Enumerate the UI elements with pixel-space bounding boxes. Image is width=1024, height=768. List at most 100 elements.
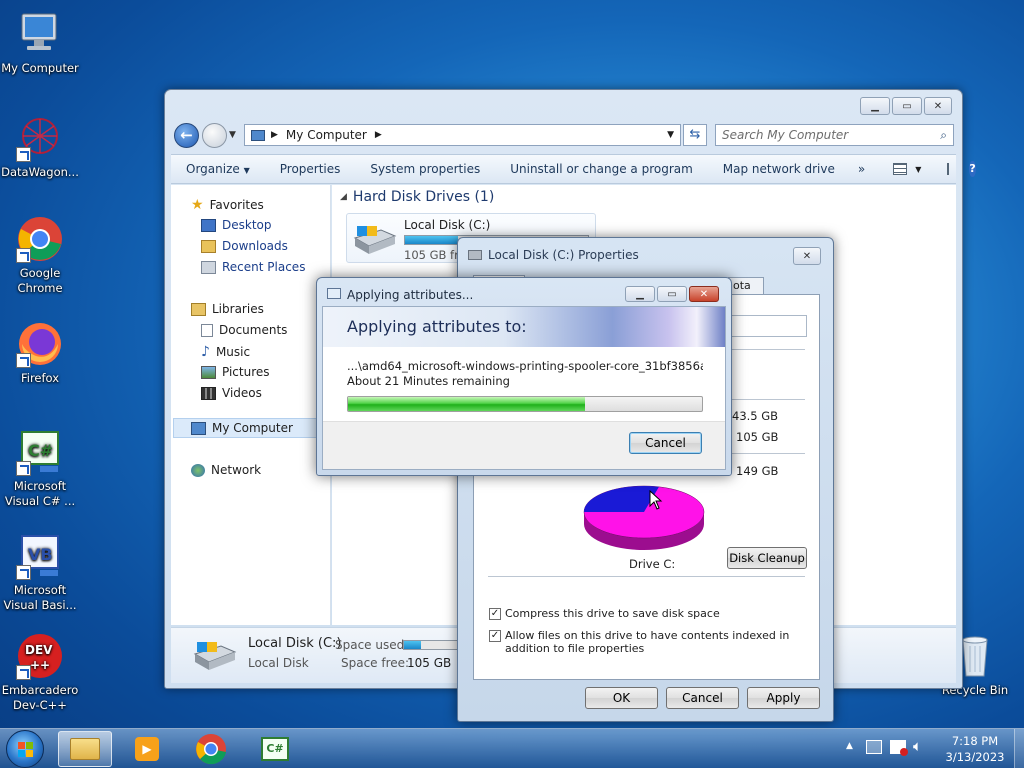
svg-text:VB: VB xyxy=(28,545,53,564)
desktop-icon-my-computer[interactable]: My Computer xyxy=(0,10,80,76)
nav-music[interactable]: ♪ Music xyxy=(201,344,250,360)
videos-icon xyxy=(201,386,216,400)
nav-downloads[interactable]: Downloads xyxy=(201,239,288,253)
nav-documents[interactable]: Documents xyxy=(201,323,287,337)
map-network-drive-button[interactable]: Map network drive xyxy=(708,162,850,176)
breadcrumb-my-computer[interactable]: My Computer xyxy=(286,128,367,142)
usage-pie-chart xyxy=(582,482,712,552)
show-hidden-icons-button[interactable]: ▲ xyxy=(846,741,853,751)
view-icon xyxy=(893,163,908,175)
address-bar[interactable]: ▶ My Computer ▶ ▼ xyxy=(244,124,681,146)
back-button[interactable]: ← xyxy=(174,123,199,148)
downloads-folder-icon xyxy=(201,239,216,253)
compress-checkbox-box[interactable]: ✓ xyxy=(489,608,501,620)
drive-c-label: Drive C: xyxy=(629,557,676,571)
shortcut-arrow-icon xyxy=(16,353,31,368)
desktop-folder-icon xyxy=(201,218,216,232)
computer-small-icon xyxy=(251,129,265,141)
progress-bar xyxy=(347,396,703,412)
action-center-icon[interactable] xyxy=(866,740,882,754)
minimize-button[interactable]: ▁ xyxy=(860,97,890,115)
properties-title: Local Disk (C:) Properties xyxy=(488,248,639,262)
tab-quota[interactable]: ota xyxy=(728,277,764,295)
start-button[interactable] xyxy=(6,730,44,768)
disk-cleanup-button[interactable]: Disk Cleanup xyxy=(727,547,807,569)
current-file-path: ...\amd64_microsoft-windows-printing-spo… xyxy=(347,359,703,373)
close-button[interactable]: ✕ xyxy=(924,97,952,115)
properties-button[interactable]: Properties xyxy=(265,162,356,176)
shortcut-arrow-icon xyxy=(16,248,31,263)
svg-text:C#: C# xyxy=(28,441,53,460)
nav-libraries[interactable]: Libraries xyxy=(191,302,264,316)
computer-small-icon xyxy=(191,421,206,435)
nav-favorites[interactable]: ★ Favorites xyxy=(191,197,264,213)
preview-pane-button[interactable] xyxy=(947,163,950,175)
recent-pages-dropdown[interactable]: ▼ xyxy=(229,130,236,140)
collapse-triangle-icon[interactable]: ◢ xyxy=(340,192,347,202)
nav-recent-places[interactable]: Recent Places xyxy=(201,260,305,274)
drive-label-field[interactable] xyxy=(729,315,807,337)
desktop-icon-visual-basic[interactable]: VB Microsoft Visual Basi... xyxy=(0,532,80,613)
free-space-bytes: 105 GB xyxy=(736,430,779,444)
show-desktop-button[interactable] xyxy=(1014,729,1024,768)
search-icon: ⌕ xyxy=(940,128,947,142)
network-status-icon[interactable] xyxy=(890,740,908,756)
properties-close-button[interactable]: ✕ xyxy=(793,247,821,265)
uninstall-program-button[interactable]: Uninstall or change a program xyxy=(495,162,708,176)
search-input[interactable]: Search My Computer ⌕ xyxy=(715,124,954,146)
hard-drive-icon xyxy=(191,640,237,675)
caption-buttons: ▁ ▭ ✕ xyxy=(860,97,952,115)
ok-button[interactable]: OK xyxy=(585,687,658,709)
used-space-bytes: 43.5 GB xyxy=(732,409,779,423)
datawagon-icon xyxy=(16,114,64,162)
desktop-icon-devcpp[interactable]: DEV ++ Embarcadero Dev-C++ xyxy=(0,632,80,713)
refresh-button[interactable]: ⇆ xyxy=(683,124,707,146)
breadcrumb-chevron-icon: ▶ xyxy=(374,130,382,140)
drive-usage-fill xyxy=(405,236,459,244)
maximize-button[interactable]: ▭ xyxy=(892,97,922,115)
apply-minimize-button[interactable]: ▁ xyxy=(625,286,655,302)
compress-checkbox[interactable]: ✓ Compress this drive to save disk space xyxy=(489,607,809,620)
system-properties-button[interactable]: System properties xyxy=(355,162,495,176)
taskbar-visual-csharp-button[interactable]: C# xyxy=(248,731,302,767)
shortcut-arrow-icon xyxy=(16,147,31,162)
taskbar-chrome-button[interactable] xyxy=(184,731,238,767)
desktop-icon-label: Google Chrome xyxy=(17,266,63,295)
volume-icon[interactable]: 🔈︎ xyxy=(913,737,922,755)
applying-attributes-dialog[interactable]: Applying attributes... ▁ ▭ ✕ Applying at… xyxy=(316,277,732,476)
desktop-icon-datawagon[interactable]: DataWagon... xyxy=(0,114,80,180)
address-dropdown-icon[interactable]: ▼ xyxy=(667,130,674,140)
nav-videos[interactable]: Videos xyxy=(201,386,262,400)
search-placeholder: Search My Computer xyxy=(722,128,849,142)
apply-close-button[interactable]: ✕ xyxy=(689,286,719,302)
apply-cancel-button[interactable]: Cancel xyxy=(629,432,702,454)
index-checkbox-box[interactable]: ✓ xyxy=(489,630,501,642)
forward-button[interactable] xyxy=(202,123,227,148)
taskbar-media-player-button[interactable]: ▶ xyxy=(120,731,174,767)
nav-pictures[interactable]: Pictures xyxy=(201,365,270,379)
time-remaining: About 21 Minutes remaining xyxy=(347,374,510,388)
nav-network[interactable]: Network xyxy=(191,463,261,477)
visual-basic-icon: VB xyxy=(16,532,64,580)
desktop-icon-firefox[interactable]: Firefox xyxy=(0,320,80,386)
index-checkbox[interactable]: ✓ Allow files on this drive to have cont… xyxy=(489,629,809,655)
more-commands-button[interactable]: » xyxy=(850,162,873,176)
organize-menu[interactable]: Organize ▼ xyxy=(171,162,265,176)
change-view-button[interactable]: ▼ xyxy=(893,163,921,175)
clock[interactable]: 7:18 PM 3/13/2023 xyxy=(940,733,1010,765)
nav-my-computer[interactable]: My Computer xyxy=(191,421,293,435)
group-header: ◢ Hard Disk Drives (1) xyxy=(340,189,495,205)
properties-cancel-button[interactable]: Cancel xyxy=(666,687,739,709)
apply-maximize-button[interactable]: ▭ xyxy=(657,286,687,302)
desktop-icon-chrome[interactable]: Google Chrome xyxy=(0,215,80,296)
apply-heading: Applying attributes to: xyxy=(323,307,725,347)
help-button[interactable]: ? xyxy=(969,161,976,177)
desktop-icon-label: DataWagon... xyxy=(1,165,79,179)
apply-button[interactable]: Apply xyxy=(747,687,820,709)
taskbar-explorer-button[interactable] xyxy=(58,731,112,767)
desktop-icon-visual-csharp[interactable]: C# Microsoft Visual C# ... xyxy=(0,428,80,509)
computer-icon xyxy=(16,10,64,58)
taskbar: ▶ C# ▲ 🔈︎ 7:18 PM 3/13/2023 xyxy=(0,728,1024,768)
nav-desktop[interactable]: Desktop xyxy=(201,218,272,232)
music-note-icon: ♪ xyxy=(201,344,210,360)
